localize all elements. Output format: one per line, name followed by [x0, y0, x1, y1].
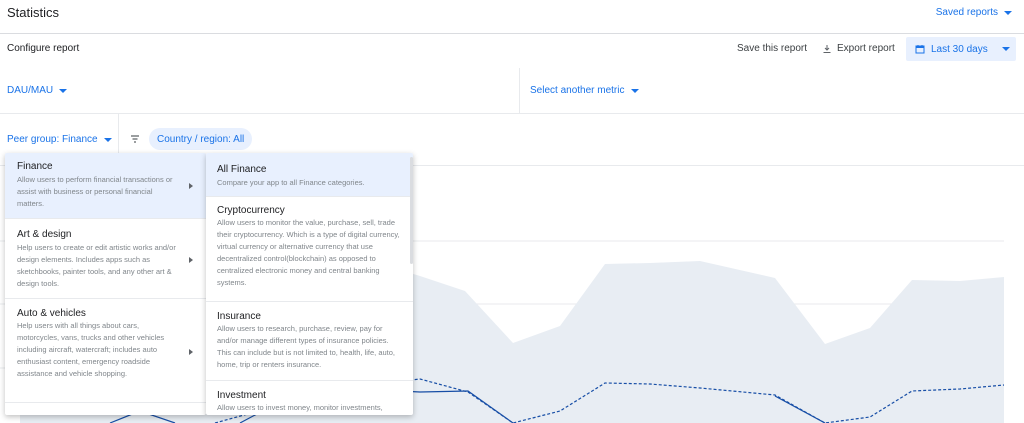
primary-metric-label: DAU/MAU [7, 85, 54, 96]
secondary-metric-dropdown[interactable]: Select another metric [530, 85, 639, 96]
divider [519, 68, 520, 114]
peer-group-label: Peer group: Finance [7, 134, 98, 145]
peer-group-dropdown[interactable]: Peer group: Finance [7, 134, 112, 145]
download-icon [823, 44, 831, 53]
subcategory-description: Allow users to research, purchase, revie… [217, 324, 396, 369]
export-report-label: Export report [837, 43, 895, 54]
date-range-label: Last 30 days [931, 43, 988, 55]
chevron-down-icon [1004, 10, 1012, 15]
filter-icon[interactable] [130, 134, 140, 144]
subcategory-item-investment[interactable]: Investment Allow users to invest money, … [206, 381, 413, 415]
chevron-down-icon [1001, 47, 1010, 51]
subcategory-label: Investment [217, 390, 266, 401]
page-title: Statistics [7, 5, 60, 20]
secondary-metric-label: Select another metric [530, 85, 625, 96]
category-description: Help users to create or edit artistic wo… [17, 243, 176, 288]
category-item-finance[interactable]: Finance Allow users to perform financial… [5, 153, 206, 219]
top-bar: Statistics Saved reports [0, 0, 1024, 34]
subcategory-item-all-finance[interactable]: All Finance Compare your app to all Fina… [206, 153, 413, 197]
subcategory-label: Insurance [217, 311, 261, 322]
metric-bar: DAU/MAU Select another metric [0, 68, 1024, 114]
calendar-icon [915, 45, 925, 54]
category-description: Help users with all things about cars, m… [17, 321, 165, 378]
category-item-art-design[interactable]: Art & design Help users to create or edi… [5, 219, 206, 299]
category-label: Auto & vehicles [17, 308, 86, 319]
chevron-down-icon [59, 88, 68, 93]
configure-bar: Configure report Save this report Export… [0, 34, 1024, 68]
country-filter-chip[interactable]: Country / region: All [149, 128, 253, 150]
primary-metric-dropdown[interactable]: DAU/MAU [7, 85, 68, 96]
chevron-down-icon [630, 88, 639, 93]
category-label: Finance [17, 161, 53, 172]
subcategory-description: Compare your app to all Finance categori… [217, 178, 365, 187]
subcategory-item-cryptocurrency[interactable]: Cryptocurrency Allow users to monitor th… [206, 197, 413, 302]
chevron-right-icon [189, 349, 193, 355]
category-label: Art & design [17, 229, 72, 240]
configure-report-label: Configure report [7, 43, 80, 54]
subcategory-menu: All Finance Compare your app to all Fina… [206, 153, 413, 415]
saved-reports-button[interactable]: Saved reports [936, 7, 1012, 18]
subcategory-label: All Finance [217, 164, 267, 175]
save-report-button[interactable]: Save this report [737, 43, 807, 54]
category-item-auto-vehicles[interactable]: Auto & vehicles Help users with all thin… [5, 299, 206, 403]
subcategory-label: Cryptocurrency [217, 205, 285, 216]
date-range-button[interactable]: Last 30 days [906, 37, 1016, 61]
chevron-right-icon [189, 257, 193, 263]
export-report-button[interactable]: Export report [822, 43, 895, 54]
saved-reports-label: Saved reports [935, 7, 998, 18]
subcategory-item-insurance[interactable]: Insurance Allow users to research, purch… [206, 302, 413, 381]
subcategory-description: Allow users to invest money, monitor inv… [217, 403, 383, 412]
subcategory-description: Allow users to monitor the value, purcha… [217, 218, 400, 287]
category-menu: Finance Allow users to perform financial… [5, 153, 206, 415]
category-description: Allow users to perform financial transac… [17, 175, 173, 208]
scrollbar[interactable] [410, 157, 413, 264]
chevron-down-icon [103, 137, 112, 142]
chevron-right-icon [189, 183, 193, 189]
